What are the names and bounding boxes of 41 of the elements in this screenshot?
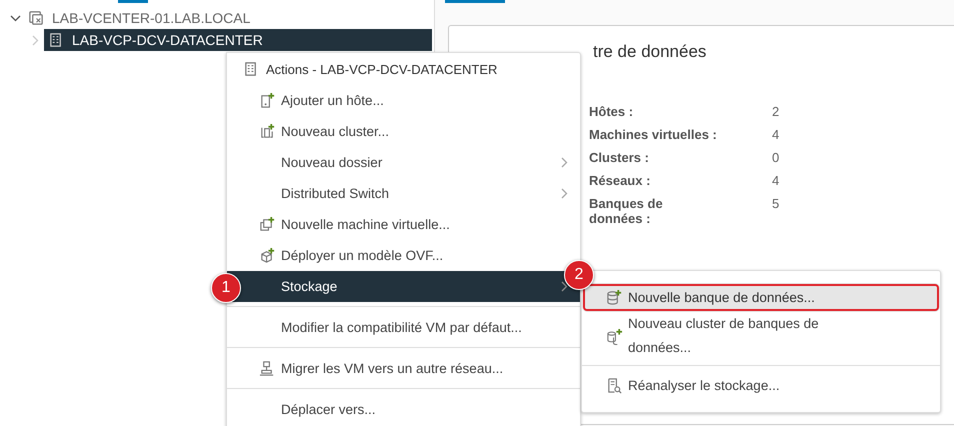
- network-icon: [259, 360, 276, 377]
- tab-indicator: [445, 0, 505, 3]
- stat-label: Réseaux :: [589, 173, 652, 188]
- cluster-plus-icon: [259, 123, 276, 140]
- stat-label: Hôtes :: [589, 104, 634, 119]
- vm-plus-icon: [259, 216, 276, 233]
- stat-value: 0: [772, 150, 780, 165]
- tree-node[interactable]: LAB-VCP-DCV-DATACENTER: [44, 29, 432, 51]
- menu-item[interactable]: Nouvelle banque de données...: [582, 283, 940, 312]
- menu-item[interactable]: Migrer les VM vers un autre réseau...: [227, 353, 580, 384]
- cube-plus-icon: [259, 247, 276, 264]
- stat-value: 2: [772, 104, 780, 119]
- menu-title: Actions - LAB-VCP-DCV-DATACENTER: [227, 53, 580, 85]
- menu-item[interactable]: Nouveau dossier: [227, 147, 580, 178]
- step-badge: 1: [211, 273, 241, 303]
- tree-node[interactable]: LAB-VCENTER-01.LAB.LOCAL: [24, 7, 432, 29]
- menu-item[interactable]: Modifier la compatibilité VM par défaut...: [227, 312, 580, 343]
- database-stack-plus-icon: [606, 328, 623, 344]
- tab-indicator: [118, 0, 148, 3]
- chevron-right-icon: [561, 281, 568, 292]
- server-icon: [28, 10, 45, 26]
- menu-item[interactable]: Ajouter un hôte...: [227, 85, 580, 116]
- database-plus-icon: [606, 289, 623, 306]
- card-title: tre de données: [593, 42, 708, 62]
- chevron-right-icon: [561, 188, 568, 199]
- menu-item[interactable]: Nouveau cluster de banques de données...: [582, 312, 940, 360]
- menu-item[interactable]: Déplacer vers...: [227, 394, 580, 425]
- server-plus-icon: [259, 92, 276, 109]
- menu-item[interactable]: Nouveau cluster...: [227, 116, 580, 147]
- stat-value: 4: [772, 173, 780, 188]
- stat-value: 4: [772, 127, 780, 142]
- chevron-down-icon[interactable]: [10, 14, 20, 22]
- stat-value: 5: [772, 196, 780, 213]
- stat-label: Banques de données :: [589, 196, 664, 226]
- menu-item[interactable]: Réanalyser le stockage...: [582, 371, 940, 400]
- stat-label: Clusters :: [589, 150, 650, 165]
- menu-item[interactable]: Nouvelle machine virtuelle...: [227, 209, 580, 240]
- stat-label: Machines virtuelles :: [589, 127, 718, 142]
- document-search-icon: [606, 377, 623, 394]
- chevron-right-icon: [561, 157, 568, 168]
- menu-item[interactable]: Distributed Switch: [227, 178, 580, 209]
